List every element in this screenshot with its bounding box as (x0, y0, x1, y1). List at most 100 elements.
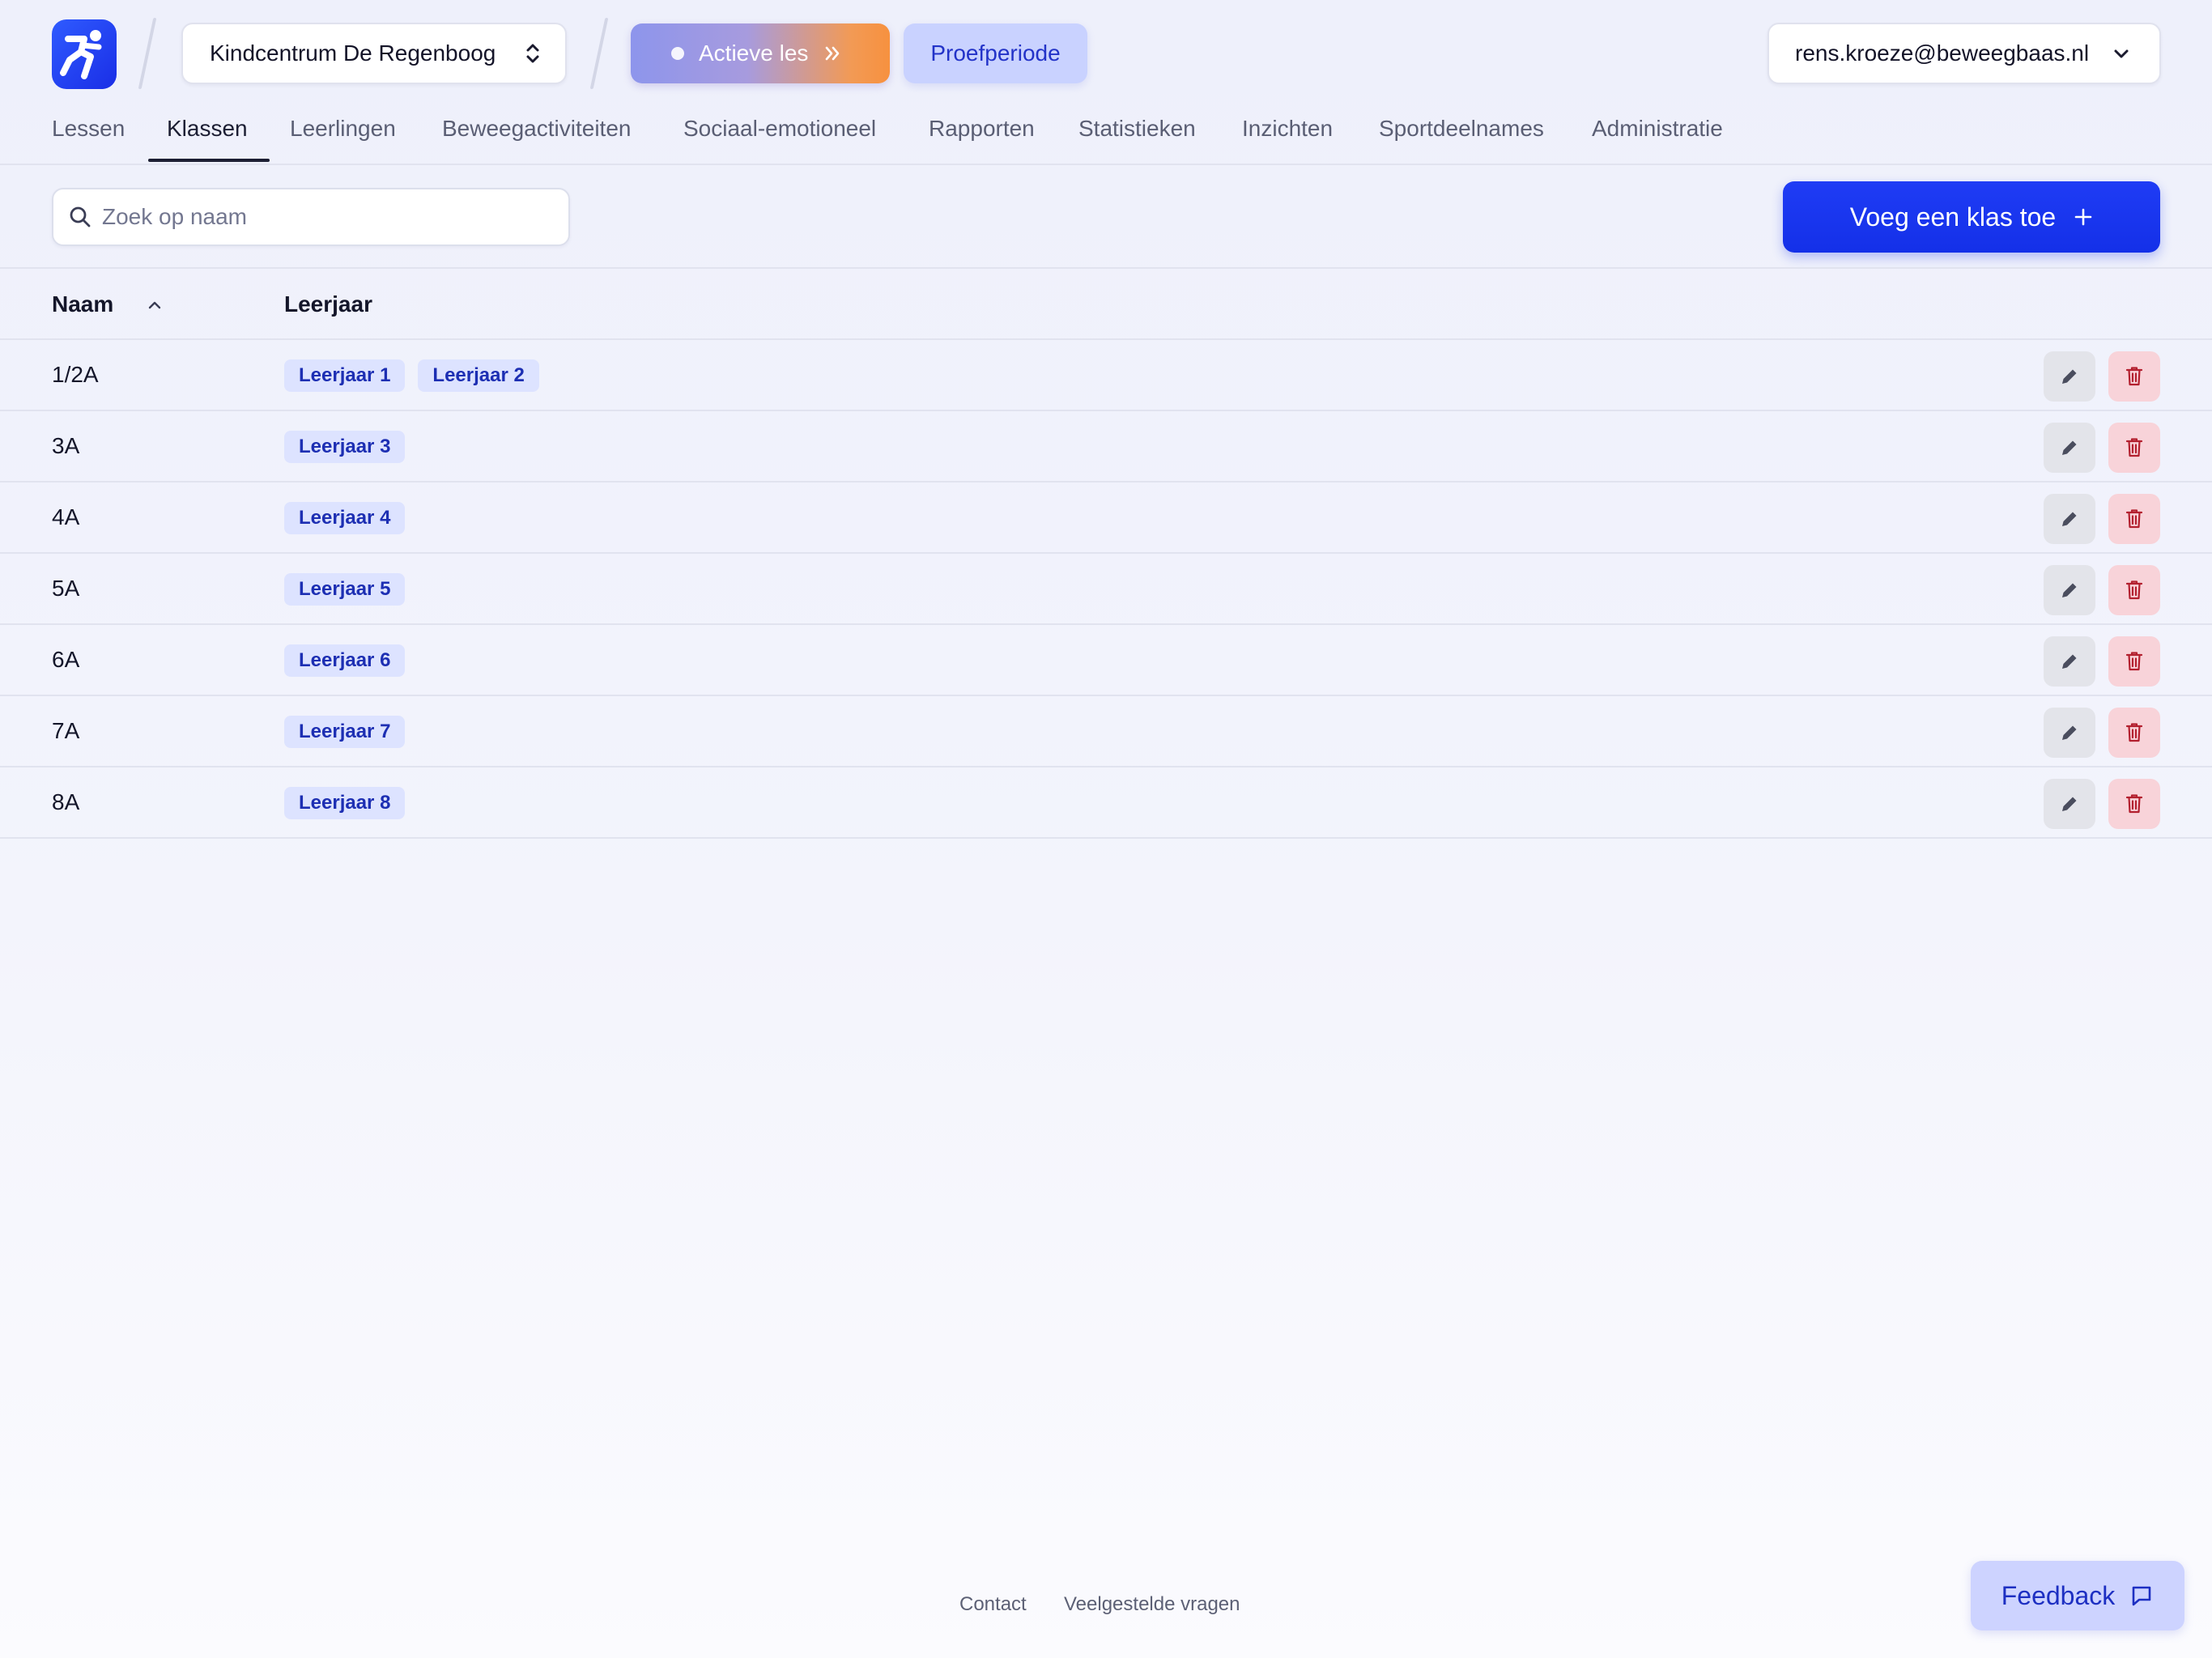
table-row: 5A Leerjaar 5 (0, 554, 2212, 625)
pencil-icon (2062, 654, 2077, 669)
tab-leerlingen[interactable]: Leerlingen (290, 105, 396, 165)
grade-badge: Leerjaar 3 (284, 431, 406, 463)
faq-link[interactable]: Veelgestelde vragen (1064, 1593, 1240, 1616)
tab-rapporten[interactable]: Rapporten (929, 105, 1035, 165)
organization-select-label: Kindcentrum De Regenboog (210, 40, 496, 66)
pencil-icon (2062, 369, 2077, 384)
classes-table: Naam Leerjaar 1/2A Leerjaar 1 Leerjaar 2… (0, 267, 2212, 839)
search-icon (70, 206, 91, 227)
active-lesson-button[interactable]: Actieve les (631, 23, 890, 83)
pencil-icon (2062, 512, 2077, 526)
trash-icon (2125, 509, 2143, 529)
edit-button[interactable] (2044, 423, 2095, 473)
trash-icon (2125, 580, 2143, 600)
class-name: 7A (52, 718, 80, 743)
delete-button[interactable] (2108, 636, 2160, 687)
edit-button[interactable] (2044, 708, 2095, 758)
column-header-leerjaar: Leerjaar (284, 291, 372, 317)
tab-administratie[interactable]: Administratie (1592, 105, 1723, 165)
trash-icon (2125, 367, 2143, 386)
organization-select[interactable]: Kindcentrum De Regenboog (181, 23, 567, 84)
pencil-icon (2062, 725, 2077, 740)
grade-badges: Leerjaar 7 (284, 716, 406, 748)
chevron-up-icon[interactable] (146, 296, 164, 314)
table-row: 3A Leerjaar 3 (0, 411, 2212, 483)
grade-badges: Leerjaar 4 (284, 502, 406, 534)
header-divider (138, 18, 157, 89)
trash-icon (2125, 723, 2143, 742)
active-lesson-label: Actieve les (699, 40, 809, 66)
pencil-icon (2062, 583, 2077, 597)
grade-badges: Leerjaar 1 Leerjaar 2 (284, 359, 539, 392)
main-navigation: Lessen Klassen Leerlingen Beweegactivite… (0, 105, 2212, 165)
pencil-icon (2062, 440, 2077, 455)
column-header-naam[interactable]: Naam (52, 291, 113, 317)
pencil-icon (2062, 797, 2077, 811)
tab-beweegactiviteiten[interactable]: Beweegactiviteiten (442, 105, 631, 165)
tab-sociaal-emotioneel[interactable]: Sociaal-emotioneel (683, 105, 876, 165)
table-row: 1/2A Leerjaar 1 Leerjaar 2 (0, 340, 2212, 411)
delete-button[interactable] (2108, 779, 2160, 829)
search-input[interactable] (102, 204, 523, 230)
edit-button[interactable] (2044, 779, 2095, 829)
class-name: 1/2A (52, 362, 99, 387)
tab-inzichten[interactable]: Inzichten (1242, 105, 1333, 165)
user-menu[interactable]: rens.kroeze@beweegbaas.nl (1767, 23, 2161, 84)
delete-button[interactable] (2108, 565, 2160, 615)
table-header: Naam Leerjaar (0, 267, 2212, 340)
grade-badge: Leerjaar 1 (284, 359, 406, 392)
delete-button[interactable] (2108, 708, 2160, 758)
feedback-button[interactable]: Feedback (1971, 1561, 2184, 1630)
grade-badges: Leerjaar 3 (284, 431, 406, 463)
tab-sportdeelnames[interactable]: Sportdeelnames (1379, 105, 1544, 165)
grade-badge: Leerjaar 7 (284, 716, 406, 748)
chat-bubble-icon (2132, 1586, 2151, 1606)
grade-badge: Leerjaar 2 (418, 359, 539, 392)
chevron-down-icon (2114, 49, 2129, 58)
edit-button[interactable] (2044, 636, 2095, 687)
plus-icon (2074, 208, 2092, 226)
grade-badge: Leerjaar 5 (284, 573, 406, 606)
table-row: 6A Leerjaar 6 (0, 625, 2212, 696)
runner-logo-icon (60, 30, 102, 79)
class-name: 6A (52, 647, 80, 672)
trial-period-button[interactable]: Proefperiode (904, 23, 1087, 83)
class-name: 8A (52, 789, 80, 814)
grade-badges: Leerjaar 6 (284, 644, 406, 677)
edit-button[interactable] (2044, 565, 2095, 615)
tab-lessen[interactable]: Lessen (52, 105, 125, 165)
delete-button[interactable] (2108, 423, 2160, 473)
trial-period-label: Proefperiode (930, 40, 1061, 66)
grade-badge: Leerjaar 4 (284, 502, 406, 534)
active-tab-indicator (148, 159, 270, 162)
grade-badges: Leerjaar 8 (284, 787, 406, 819)
grade-badge: Leerjaar 8 (284, 787, 406, 819)
header-divider (589, 18, 609, 89)
edit-button[interactable] (2044, 351, 2095, 402)
user-email: rens.kroeze@beweegbaas.nl (1795, 40, 2090, 66)
class-name: 4A (52, 504, 80, 529)
tab-klassen[interactable]: Klassen (167, 105, 248, 165)
contact-link[interactable]: Contact (959, 1593, 1027, 1616)
add-class-button[interactable]: Voeg een klas toe (1783, 181, 2160, 253)
table-row: 7A Leerjaar 7 (0, 696, 2212, 767)
double-chevron-right-icon (826, 46, 840, 61)
app-logo[interactable] (52, 19, 117, 89)
delete-button[interactable] (2108, 494, 2160, 544)
class-name: 5A (52, 576, 80, 601)
trash-icon (2125, 794, 2143, 814)
table-row: 8A Leerjaar 8 (0, 767, 2212, 839)
search-field[interactable] (52, 188, 570, 246)
table-row: 4A Leerjaar 4 (0, 483, 2212, 554)
add-class-label: Voeg een klas toe (1849, 202, 2057, 232)
grade-badge: Leerjaar 6 (284, 644, 406, 677)
chevron-up-down-icon (526, 44, 539, 63)
trash-icon (2125, 438, 2143, 457)
delete-button[interactable] (2108, 351, 2160, 402)
edit-button[interactable] (2044, 494, 2095, 544)
trash-icon (2125, 652, 2143, 671)
tab-statistieken[interactable]: Statistieken (1078, 105, 1196, 165)
status-dot-icon (671, 47, 684, 60)
class-name: 3A (52, 433, 80, 458)
grade-badges: Leerjaar 5 (284, 573, 406, 606)
